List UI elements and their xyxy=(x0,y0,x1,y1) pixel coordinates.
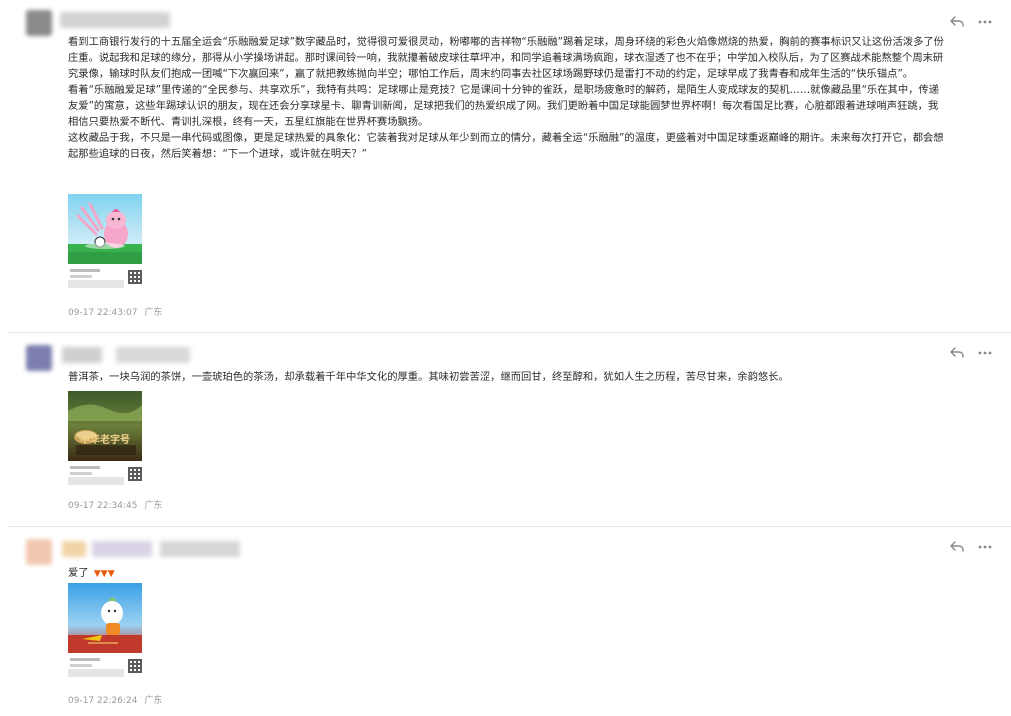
more-icon[interactable] xyxy=(977,539,993,555)
comment-actions xyxy=(949,345,993,361)
comment-3: 爱了 ▼▼▼ 09-17 22:26:24 广东 xyxy=(0,527,1011,716)
comment-paragraph: 普洱茶，一块乌润的茶饼，一壶琥珀色的茶汤，却承载着千年中华文化的厚重。其味初尝苦… xyxy=(68,371,789,383)
reply-icon[interactable] xyxy=(949,14,965,30)
collectible-card[interactable] xyxy=(68,194,142,288)
timestamp: 09-17 22:26:24 xyxy=(68,696,138,706)
more-icon[interactable] xyxy=(977,345,993,361)
avatar[interactable] xyxy=(26,539,52,565)
card-meta xyxy=(68,655,142,677)
comment-paragraph: 爱了 ▼▼▼ xyxy=(68,565,115,582)
collectible-card[interactable]: 中华老字号 xyxy=(68,391,142,485)
comment-actions xyxy=(949,14,993,30)
comment-paragraph-text: 爱了 xyxy=(68,567,89,579)
collectible-image: 中华老字号 xyxy=(68,391,142,461)
comment-text: 看到工商银行发行的十五届全运会“乐融融爱足球”数字藏品时，觉得很可爱很灵动，粉嘟… xyxy=(68,34,948,162)
avatar[interactable] xyxy=(26,10,52,36)
comment-text: 爱了 ▼▼▼ xyxy=(68,565,168,582)
avatar[interactable] xyxy=(26,345,52,371)
username-extra xyxy=(160,541,240,557)
comment-meta: 09-17 22:43:07 广东 xyxy=(68,305,162,318)
reply-icon[interactable] xyxy=(949,539,965,555)
collectible-image xyxy=(68,583,142,653)
qr-code-icon xyxy=(128,659,142,673)
comment-paragraph: 这枚藏品于我，不只是一串代码或图像，更是足球热爱的具象化：它装着我对足球从年少到… xyxy=(68,132,944,160)
card-meta xyxy=(68,266,142,288)
region: 广东 xyxy=(144,696,163,706)
timestamp: 09-17 22:43:07 xyxy=(68,308,138,318)
username[interactable] xyxy=(62,347,102,363)
username[interactable] xyxy=(62,541,86,557)
username-extra xyxy=(116,347,190,363)
username-extra xyxy=(92,541,152,557)
collectible-card[interactable] xyxy=(68,583,142,677)
comment-1: 看到工商银行发行的十五届全运会“乐融融爱足球”数字藏品时，觉得很可爱很灵动，粉嘟… xyxy=(0,0,1011,332)
comment-meta: 09-17 22:26:24 广东 xyxy=(68,693,162,706)
comment-text: 普洱茶，一块乌润的茶饼，一壶琥珀色的茶汤，却承载着千年中华文化的厚重。其味初尝苦… xyxy=(68,369,948,385)
comment-paragraph: 看到工商银行发行的十五届全运会“乐融融爱足球”数字藏品时，觉得很可爱很灵动，粉嘟… xyxy=(68,36,944,80)
card-caption: 中华老字号 xyxy=(80,433,130,446)
more-icon[interactable] xyxy=(977,14,993,30)
comment-2: 普洱茶，一块乌润的茶饼，一壶琥珀色的茶汤，却承载着千年中华文化的厚重。其味初尝苦… xyxy=(0,333,1011,526)
qr-code-icon xyxy=(128,467,142,481)
region: 广东 xyxy=(144,308,163,318)
qr-code-icon xyxy=(128,270,142,284)
reply-icon[interactable] xyxy=(949,345,965,361)
heart-emoji-icon: ▼▼▼ xyxy=(93,569,115,579)
card-meta xyxy=(68,463,142,485)
collectible-image xyxy=(68,194,142,264)
comment-meta: 09-17 22:34:45 广东 xyxy=(68,498,162,511)
region: 广东 xyxy=(144,501,163,511)
comment-paragraph: 看着“乐融融爱足球”里传递的“全民参与、共享欢乐”，我特有共鸣：足球哪止是竞技？… xyxy=(68,84,940,128)
username[interactable] xyxy=(60,12,170,28)
timestamp: 09-17 22:34:45 xyxy=(68,501,138,511)
comment-actions xyxy=(949,539,993,555)
